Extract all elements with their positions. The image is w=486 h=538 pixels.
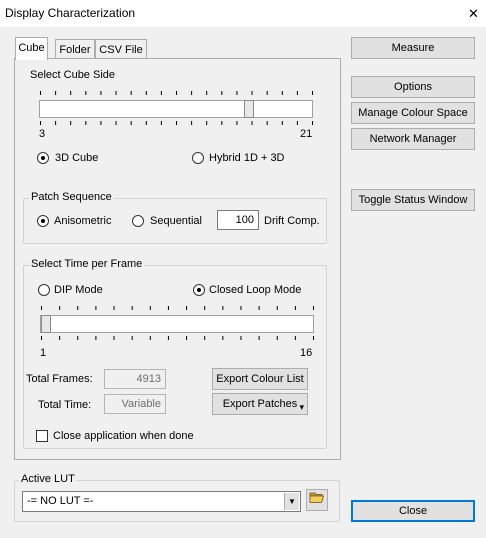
title-bar: Display Characterization ✕ xyxy=(0,0,486,27)
window-title: Display Characterization xyxy=(5,6,136,20)
total-time-field: Variable xyxy=(104,394,166,414)
radio-3d-cube[interactable] xyxy=(37,152,49,164)
active-lut-legend: Active LUT xyxy=(19,473,77,485)
active-lut-group: Active LUT -= NO LUT =- ▼ xyxy=(14,473,340,522)
frame-slider-top-ticks xyxy=(41,306,314,310)
time-per-frame-slider[interactable] xyxy=(40,315,314,333)
frame-slider-min-label: 1 xyxy=(40,347,47,359)
time-per-frame-group: Select Time per Frame DIP Mode Closed Lo… xyxy=(23,258,327,449)
tab-label: Cube xyxy=(18,42,45,54)
close-window-icon[interactable]: ✕ xyxy=(465,5,482,22)
measure-button[interactable]: Measure xyxy=(351,37,475,59)
time-per-frame-slider-thumb[interactable] xyxy=(41,315,51,333)
patch-sequence-group: Patch Sequence Anisometric Sequential 10… xyxy=(23,191,327,244)
radio-dip-mode-label: DIP Mode xyxy=(54,284,103,296)
close-button[interactable]: Close xyxy=(351,500,475,522)
cube-side-heading: Select Cube Side xyxy=(30,69,115,81)
radio-dip-mode[interactable] xyxy=(38,284,50,296)
radio-closed-loop[interactable] xyxy=(193,284,205,296)
manage-colour-space-button[interactable]: Manage Colour Space xyxy=(351,102,475,124)
tab-csv-file[interactable]: CSV File xyxy=(95,39,147,60)
tab-cube[interactable]: Cube xyxy=(15,37,48,60)
dropdown-arrow-icon: ▾ xyxy=(299,402,304,412)
active-lut-select[interactable]: -= NO LUT =- ▼ xyxy=(22,491,301,512)
cube-tab-panel: Select Cube Side 3 21 3D Cube Hybrid 1D … xyxy=(14,58,341,460)
radio-anisometric-label: Anisometric xyxy=(54,215,112,227)
cube-slider-top-ticks xyxy=(40,91,313,95)
close-when-done-checkbox[interactable] xyxy=(36,430,48,442)
radio-closed-loop-label: Closed Loop Mode xyxy=(209,284,302,296)
cube-side-max-label: 21 xyxy=(300,128,313,140)
export-colour-list-button[interactable]: Export Colour List xyxy=(212,368,308,390)
radio-hybrid[interactable] xyxy=(192,152,204,164)
cube-side-min-label: 3 xyxy=(39,128,46,140)
radio-sequential[interactable] xyxy=(132,215,144,227)
open-lut-button[interactable] xyxy=(306,489,328,511)
drift-comp-label: Drift Comp. xyxy=(264,215,320,227)
cube-side-slider[interactable] xyxy=(39,100,313,118)
chevron-down-icon[interactable]: ▼ xyxy=(284,493,299,510)
cube-slider-bottom-ticks xyxy=(40,121,313,125)
toggle-status-window-button[interactable]: Toggle Status Window xyxy=(351,189,475,211)
total-frames-label: Total Frames: xyxy=(26,373,93,385)
cube-side-slider-thumb[interactable] xyxy=(244,100,254,118)
options-button[interactable]: Options xyxy=(351,76,475,98)
radio-anisometric[interactable] xyxy=(37,215,49,227)
tab-folder[interactable]: Folder xyxy=(55,39,95,60)
tab-label: Folder xyxy=(59,44,91,56)
radio-sequential-label: Sequential xyxy=(150,215,202,227)
radio-3d-cube-label: 3D Cube xyxy=(55,152,99,164)
total-time-label: Total Time: xyxy=(38,399,92,411)
export-patches-label: Export Patches xyxy=(222,398,298,410)
frame-slider-max-label: 16 xyxy=(300,347,313,359)
network-manager-button[interactable]: Network Manager xyxy=(351,128,475,150)
frame-slider-bottom-ticks xyxy=(41,336,314,340)
drift-comp-input[interactable]: 100 xyxy=(217,210,259,230)
active-lut-value: -= NO LUT =- xyxy=(27,495,94,507)
radio-hybrid-label: Hybrid 1D + 3D xyxy=(209,152,285,164)
patch-sequence-legend: Patch Sequence xyxy=(29,191,114,203)
close-when-done-label: Close application when done xyxy=(53,430,194,442)
export-patches-button[interactable]: Export Patches ▾ xyxy=(212,393,308,415)
total-frames-field: 4913 xyxy=(104,369,166,389)
time-per-frame-legend: Select Time per Frame xyxy=(29,258,145,270)
tab-label: CSV File xyxy=(99,44,143,56)
folder-open-icon xyxy=(309,492,325,503)
